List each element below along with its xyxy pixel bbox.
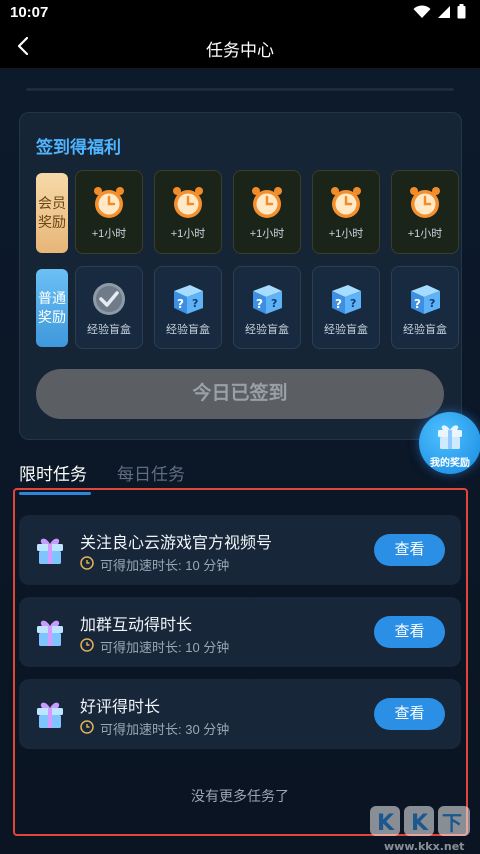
page-title: 任务中心 [206, 41, 274, 60]
gift-icon [37, 538, 63, 564]
task-title: 关注良心云游戏官方视频号 [80, 535, 273, 552]
signal-icon [437, 5, 451, 19]
checkmark-icon [93, 283, 125, 315]
view-task-button[interactable]: 查看 [374, 534, 445, 566]
vip-reward-label-text: +1小时 [91, 228, 127, 240]
normal-reward-day-1[interactable]: 经验盲盒 [75, 266, 143, 349]
signed-in-button[interactable]: 今日已签到 [36, 369, 444, 419]
svg-text:?: ? [414, 297, 421, 311]
vip-reward-label-text: +1小时 [407, 228, 443, 240]
gift-icon [37, 702, 63, 728]
svg-text:www.kkx.net: www.kkx.net [384, 840, 464, 853]
task-card: 加群互动得时长 可得加速时长: 10 分钟 查看 [19, 597, 461, 667]
svg-text:?: ? [192, 297, 198, 310]
normal-reward-day-4[interactable]: ?? 经验盲盒 [312, 266, 380, 349]
normal-reward-label-text: 经验盲盒 [87, 324, 131, 336]
vip-reward-day-5[interactable]: +1小时 [391, 170, 459, 254]
svg-text:?: ? [271, 297, 277, 310]
alarm-clock-icon [173, 187, 203, 218]
clock-icon [80, 720, 94, 734]
battery-icon [457, 4, 466, 19]
tab-limited-tasks[interactable]: 限时任务 [19, 460, 87, 485]
status-time: 10:07 [10, 4, 49, 21]
normal-reward-label-text: 经验盲盒 [245, 324, 289, 336]
clock-icon [80, 556, 94, 570]
task-title: 加群互动得时长 [80, 617, 193, 634]
vip-reward-day-2[interactable]: +1小时 [154, 170, 222, 254]
task-reward-text: 可得加速时长: 10 分钟 [100, 558, 230, 573]
vip-reward-label-text: +1小时 [170, 228, 206, 240]
mystery-box-icon: ?? [253, 285, 282, 314]
svg-text:?: ? [350, 297, 356, 310]
gift-icon [37, 620, 63, 646]
svg-text:?: ? [256, 297, 263, 311]
nav-bar: 任务中心 [0, 26, 480, 68]
normal-reward-day-3[interactable]: ?? 经验盲盒 [233, 266, 301, 349]
clock-icon [80, 638, 94, 652]
svg-text:下: 下 [442, 811, 462, 835]
task-card: 关注良心云游戏官方视频号 可得加速时长: 10 分钟 查看 [19, 515, 461, 585]
wifi-icon [413, 4, 431, 19]
divider [26, 88, 454, 91]
view-task-button[interactable]: 查看 [374, 698, 445, 730]
normal-reward-label-text: 经验盲盒 [324, 324, 368, 336]
signin-card: 签到得福利 会员奖励 普通奖励 +1小时 +1小时 +1小时 +1小时 +1小时… [19, 112, 462, 440]
svg-text:K: K [411, 811, 429, 836]
normal-reward-label-text: 经验盲盒 [166, 324, 210, 336]
alarm-clock-icon [410, 187, 440, 218]
mystery-box-icon: ?? [332, 285, 361, 314]
normal-reward-day-2[interactable]: ?? 经验盲盒 [154, 266, 222, 349]
gift-icon [438, 425, 462, 449]
status-icons [413, 4, 466, 19]
alarm-clock-icon [252, 187, 282, 218]
svg-text:?: ? [335, 297, 342, 311]
task-title: 好评得时长 [80, 699, 161, 716]
main-content[interactable]: 签到得福利 会员奖励 普通奖励 +1小时 +1小时 +1小时 +1小时 +1小时… [0, 68, 480, 854]
alarm-clock-icon [94, 187, 124, 218]
my-rewards-button[interactable]: 我的奖励 [419, 412, 480, 474]
svg-text:?: ? [429, 297, 435, 310]
mystery-box-icon: ?? [174, 285, 203, 314]
mystery-box-icon: ?? [411, 285, 440, 314]
vip-reward-day-1[interactable]: +1小时 [75, 170, 143, 254]
normal-reward-day-5[interactable]: ?? 经验盲盒 [391, 266, 459, 349]
watermark-logo: K K 下 www.kkx.net [370, 806, 470, 853]
vip-reward-label-text: +1小时 [249, 228, 285, 240]
task-card: 好评得时长 可得加速时长: 30 分钟 查看 [19, 679, 461, 749]
normal-reward-label: 普通奖励 [36, 269, 68, 347]
normal-reward-label-text: 经验盲盒 [403, 324, 447, 336]
vip-reward-day-3[interactable]: +1小时 [233, 170, 301, 254]
my-rewards-label: 我的奖励 [430, 458, 470, 469]
status-bar: 10:07 [0, 0, 480, 26]
task-reward-text: 可得加速时长: 30 分钟 [100, 722, 230, 737]
tab-daily-tasks[interactable]: 每日任务 [117, 460, 185, 485]
svg-text:K: K [377, 811, 395, 836]
svg-text:?: ? [177, 297, 184, 311]
vip-reward-label: 会员奖励 [36, 173, 68, 253]
signin-title: 签到得福利 [36, 138, 121, 157]
vip-reward-day-4[interactable]: +1小时 [312, 170, 380, 254]
view-task-button[interactable]: 查看 [374, 616, 445, 648]
task-reward-text: 可得加速时长: 10 分钟 [100, 640, 230, 655]
vip-reward-label-text: +1小时 [328, 228, 364, 240]
alarm-clock-icon [331, 187, 361, 218]
